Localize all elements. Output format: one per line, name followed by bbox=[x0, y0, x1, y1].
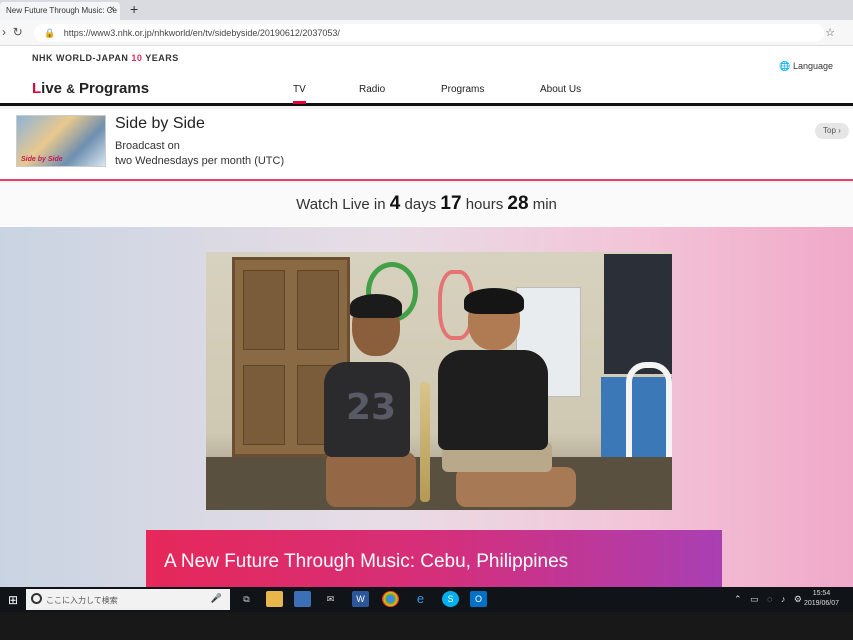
top-button-label: Top bbox=[823, 126, 836, 135]
program-bar: Side by Side Side by Side Broadcast on t… bbox=[0, 109, 853, 181]
shirt-number: 23 bbox=[346, 387, 397, 428]
search-icon bbox=[31, 593, 42, 604]
countdown-days-label: days bbox=[404, 196, 437, 213]
countdown-minutes: 28 bbox=[507, 193, 529, 214]
countdown-hours-label: hours bbox=[465, 196, 504, 213]
clock-time: 15:54 bbox=[812, 590, 831, 597]
brand-amp: & bbox=[66, 82, 75, 96]
file-explorer-icon[interactable] bbox=[266, 591, 283, 607]
live-programs-brand[interactable]: Live & Programs bbox=[32, 80, 149, 97]
countdown-minutes-label: min bbox=[532, 196, 557, 213]
taskbar-clock[interactable]: 15:54 2019/06/07 bbox=[804, 589, 839, 609]
tab-title: New Future Through Music: Ce bbox=[6, 6, 118, 15]
broadcast-info: Broadcast on two Wednesdays per month (U… bbox=[115, 139, 284, 169]
broadcast-schedule: two Wednesdays per month (UTC) bbox=[115, 155, 285, 167]
lock-icon: 🔒 bbox=[44, 28, 56, 38]
floor bbox=[206, 457, 672, 510]
nhk-topbar: NHK WORLD-JAPAN 10 YEARS 🌐 Language bbox=[0, 46, 853, 72]
brand-rest: ive bbox=[41, 80, 63, 97]
url-text: https://www3.nhk.or.jp/nhkworld/en/tv/si… bbox=[63, 28, 340, 38]
system-tray-icons[interactable]: ⌃ ▭ ◌ ♪ ⚙ bbox=[734, 594, 805, 605]
monitor-bezel bbox=[0, 612, 853, 640]
close-icon[interactable]: × bbox=[109, 4, 115, 15]
logo-nhk-text: NHK WORLD-JAPAN bbox=[32, 53, 129, 63]
program-title[interactable]: Side by Side bbox=[115, 115, 205, 133]
brand-first-letter: L bbox=[32, 80, 42, 97]
person-hair bbox=[350, 294, 402, 318]
brand-programs: Programs bbox=[79, 80, 150, 97]
nav-radio[interactable]: Radio bbox=[359, 84, 385, 95]
episode-image[interactable]: 23 bbox=[206, 252, 672, 510]
browser-tab[interactable]: New Future Through Music: Ce × bbox=[0, 2, 120, 20]
address-bar[interactable]: 🔒 https://www3.nhk.or.jp/nhkworld/en/tv/… bbox=[34, 24, 824, 42]
nav-programs[interactable]: Programs bbox=[441, 84, 484, 95]
windows-taskbar: ⊞ ここに入力して検索 🎤 ⧉ ✉ W e S O ⌃ ▭ ◌ ♪ ⚙ 15:5… bbox=[0, 587, 853, 612]
person-hair bbox=[464, 288, 524, 314]
clock-date: 2019/06/07 bbox=[803, 600, 839, 607]
logo-years-text: YEARS bbox=[145, 53, 179, 63]
person-legs bbox=[326, 452, 416, 507]
person-right bbox=[438, 350, 548, 450]
new-tab-button[interactable]: + bbox=[130, 1, 138, 17]
outlook-icon[interactable]: O bbox=[470, 591, 487, 607]
store-icon[interactable] bbox=[294, 591, 311, 607]
episode-title-banner[interactable]: A New Future Through Music: Cebu, Philip… bbox=[146, 530, 722, 590]
task-view-icon[interactable]: ⧉ bbox=[238, 591, 255, 607]
countdown-days: 4 bbox=[389, 193, 401, 214]
watch-live-countdown: Watch Live in 4 days 17 hours 28 min bbox=[0, 183, 853, 227]
browser-tabbar: New Future Through Music: Ce × + bbox=[0, 0, 853, 20]
microphone-icon[interactable]: 🎤 bbox=[211, 593, 222, 604]
logo-years-number: 10 bbox=[131, 53, 143, 63]
taskbar-search[interactable]: ここに入力して検索 🎤 bbox=[26, 589, 230, 610]
nav-tv[interactable]: TV bbox=[293, 84, 306, 104]
blackboard bbox=[604, 254, 672, 374]
bookmark-star-icon[interactable]: ☆ bbox=[825, 26, 835, 39]
nhk-world-logo[interactable]: NHK WORLD-JAPAN 10 YEARS bbox=[32, 53, 179, 63]
search-placeholder: ここに入力して検索 bbox=[46, 596, 118, 605]
chrome-icon[interactable] bbox=[382, 591, 399, 607]
thumbnail-text: Side by Side bbox=[21, 156, 63, 163]
word-icon[interactable]: W bbox=[352, 591, 369, 607]
mail-icon[interactable]: ✉ bbox=[322, 591, 339, 607]
trumpet bbox=[420, 382, 430, 502]
screen: New Future Through Music: Ce × + › ↻ 🔒 h… bbox=[0, 0, 853, 612]
program-thumbnail[interactable]: Side by Side bbox=[16, 115, 106, 167]
reload-icon[interactable]: › ↻ bbox=[2, 25, 23, 39]
edge-icon[interactable]: e bbox=[412, 591, 429, 607]
windows-start-icon[interactable]: ⊞ bbox=[8, 593, 18, 607]
main-nav: Live & Programs TV Radio Programs About … bbox=[0, 72, 853, 106]
nav-about-us[interactable]: About Us bbox=[540, 84, 581, 95]
episode-title: A New Future Through Music: Cebu, Philip… bbox=[164, 551, 569, 572]
browser-toolbar: › ↻ 🔒 https://www3.nhk.or.jp/nhkworld/en… bbox=[0, 20, 853, 46]
countdown-hours: 17 bbox=[440, 193, 462, 214]
broadcast-label: Broadcast on bbox=[115, 140, 180, 152]
globe-icon: 🌐 bbox=[779, 61, 791, 71]
chevron-right-icon: › bbox=[838, 126, 841, 135]
top-button[interactable]: Top › bbox=[815, 123, 849, 139]
language-label: Language bbox=[792, 61, 833, 71]
skype-icon[interactable]: S bbox=[442, 591, 459, 607]
watch-live-prefix: Watch Live in bbox=[296, 196, 386, 213]
episode-hero: 23 A New Future Through Music: Cebu, Phi… bbox=[0, 227, 853, 590]
person-legs bbox=[456, 467, 576, 507]
language-selector[interactable]: 🌐 Language bbox=[779, 61, 833, 72]
